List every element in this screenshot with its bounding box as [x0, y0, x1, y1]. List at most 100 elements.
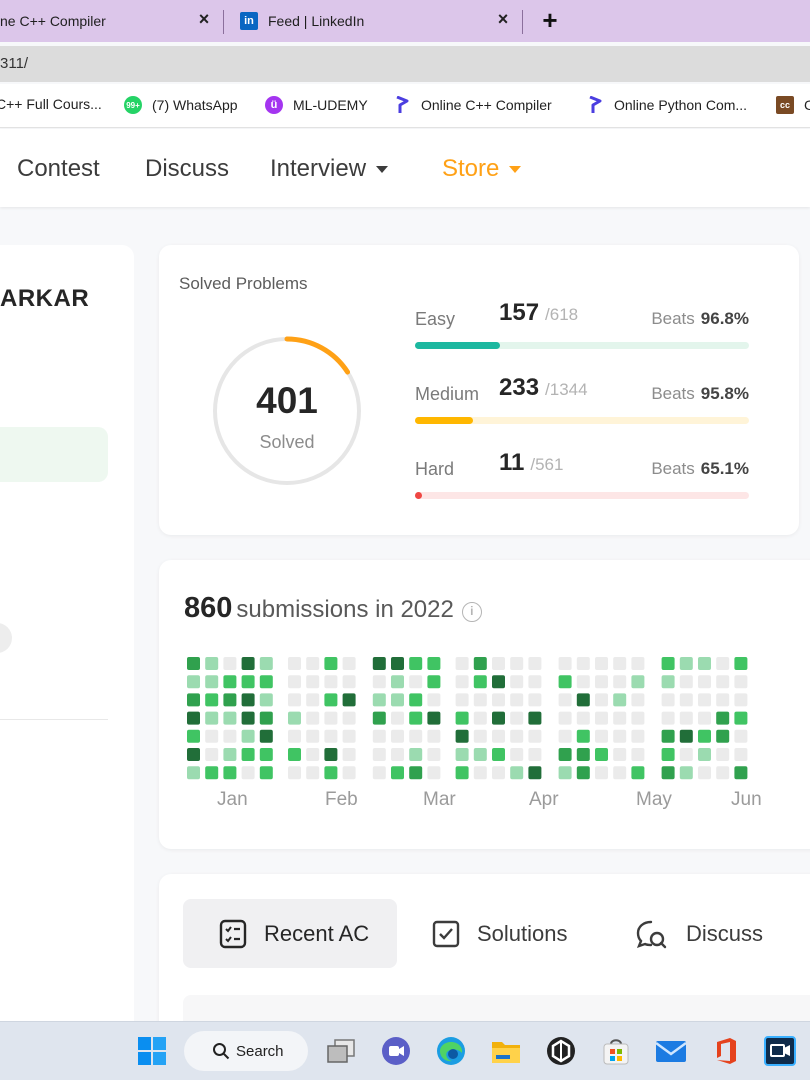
heatmap-cell[interactable]: [205, 748, 219, 761]
heatmap-cell[interactable]: [716, 748, 730, 761]
heatmap-cell[interactable]: [631, 675, 645, 689]
heatmap-cell[interactable]: [427, 693, 441, 707]
bookmark-online-python-compiler[interactable]: Online Python Com...: [586, 96, 747, 114]
heatmap-cell[interactable]: [631, 766, 645, 780]
heatmap-cell[interactable]: [734, 693, 748, 707]
heatmap-cell[interactable]: [259, 766, 273, 780]
heatmap-cell[interactable]: [205, 729, 219, 743]
heatmap-cell[interactable]: [613, 711, 627, 725]
heatmap-cell[interactable]: [288, 657, 301, 670]
heatmap-cell[interactable]: [510, 657, 524, 670]
heatmap-cell[interactable]: [661, 748, 675, 761]
heatmap-cell[interactable]: [205, 693, 219, 707]
heatmap-cell[interactable]: [716, 675, 730, 689]
file-explorer-icon[interactable]: [490, 1035, 522, 1067]
heatmap-cell[interactable]: [528, 748, 542, 761]
heatmap-cell[interactable]: [716, 693, 730, 707]
heatmap-cell[interactable]: [679, 675, 693, 689]
heatmap-cell[interactable]: [734, 657, 748, 670]
heatmap-cell[interactable]: [661, 729, 675, 743]
heatmap-cell[interactable]: [324, 711, 338, 725]
heatmap-cell[interactable]: [187, 766, 200, 780]
heatmap-cell[interactable]: [631, 693, 645, 707]
heatmap-cell[interactable]: [528, 657, 542, 670]
heatmap-cell[interactable]: [661, 693, 675, 707]
heatmap-cell[interactable]: [613, 748, 627, 761]
heatmap-cell[interactable]: [492, 711, 505, 725]
heatmap-cell[interactable]: [473, 657, 487, 670]
heatmap-cell[interactable]: [613, 657, 627, 670]
heatmap-cell[interactable]: [187, 693, 200, 707]
heatmap-cell[interactable]: [528, 675, 542, 689]
heatmap-cell[interactable]: [492, 657, 505, 670]
heatmap-cell[interactable]: [528, 693, 542, 707]
heatmap-cell[interactable]: [342, 766, 356, 780]
heatmap-cell[interactable]: [631, 748, 645, 761]
task-view-icon[interactable]: [325, 1035, 357, 1067]
bookmark-cc[interactable]: cc C: [776, 96, 810, 114]
heatmap-cell[interactable]: [391, 729, 404, 743]
heatmap-cell[interactable]: [205, 657, 219, 670]
heatmap-cell[interactable]: [558, 657, 572, 670]
heatmap-cell[interactable]: [391, 748, 404, 761]
heatmap-cell[interactable]: [288, 729, 301, 743]
heatmap-cell[interactable]: [455, 748, 469, 761]
heatmap-cell[interactable]: [288, 748, 301, 761]
heatmap-cell[interactable]: [576, 675, 590, 689]
heatmap-cell[interactable]: [528, 766, 542, 780]
heatmap-cell[interactable]: [205, 766, 219, 780]
heatmap-cell[interactable]: [306, 766, 320, 780]
heatmap-cell[interactable]: [259, 675, 273, 689]
close-tab-icon[interactable]: ×: [193, 9, 215, 30]
heatmap-cell[interactable]: [558, 675, 572, 689]
heatmap-cell[interactable]: [576, 766, 590, 780]
browser-tab-linkedin[interactable]: in Feed | LinkedIn: [240, 0, 364, 42]
heatmap-cell[interactable]: [187, 748, 200, 761]
heatmap-cell[interactable]: [342, 748, 356, 761]
heatmap-cell[interactable]: [372, 766, 386, 780]
new-tab-button[interactable]: +: [538, 5, 562, 36]
heatmap-cell[interactable]: [510, 675, 524, 689]
heatmap-cell[interactable]: [205, 711, 219, 725]
heatmap-cell[interactable]: [734, 766, 748, 780]
video-chat-icon[interactable]: [380, 1035, 412, 1067]
heatmap-cell[interactable]: [558, 693, 572, 707]
heatmap-cell[interactable]: [409, 748, 423, 761]
taskbar-search[interactable]: Search: [184, 1031, 308, 1071]
heatmap-cell[interactable]: [734, 748, 748, 761]
heatmap-cell[interactable]: [716, 766, 730, 780]
bookmark-whatsapp[interactable]: 99+ (7) WhatsApp: [124, 96, 238, 114]
heatmap-cell[interactable]: [576, 748, 590, 761]
heatmap-cell[interactable]: [391, 675, 404, 689]
heatmap-cell[interactable]: [409, 675, 423, 689]
heatmap-cell[interactable]: [306, 711, 320, 725]
heatmap-cell[interactable]: [324, 748, 338, 761]
heatmap-cell[interactable]: [409, 766, 423, 780]
heatmap-cell[interactable]: [259, 657, 273, 670]
heatmap-cell[interactable]: [492, 729, 505, 743]
heatmap-cell[interactable]: [306, 729, 320, 743]
heatmap-cell[interactable]: [409, 711, 423, 725]
profile-action-button[interactable]: [0, 623, 12, 653]
heatmap-cell[interactable]: [716, 657, 730, 670]
heatmap-cell[interactable]: [473, 729, 487, 743]
heatmap-cell[interactable]: [698, 657, 711, 670]
heatmap-cell[interactable]: [595, 711, 608, 725]
heatmap-cell[interactable]: [576, 729, 590, 743]
heatmap-cell[interactable]: [409, 693, 423, 707]
heatmap-cell[interactable]: [510, 766, 524, 780]
heatmap-cell[interactable]: [342, 729, 356, 743]
tab-solutions[interactable]: Solutions: [432, 899, 568, 968]
heatmap-cell[interactable]: [698, 748, 711, 761]
heatmap-cell[interactable]: [372, 675, 386, 689]
heatmap-cell[interactable]: [679, 711, 693, 725]
heatmap-cell[interactable]: [342, 693, 356, 707]
heatmap-cell[interactable]: [455, 729, 469, 743]
heatmap-cell[interactable]: [734, 729, 748, 743]
heatmap-cell[interactable]: [306, 675, 320, 689]
heatmap-cell[interactable]: [288, 693, 301, 707]
heatmap-cell[interactable]: [631, 657, 645, 670]
windows-start-icon[interactable]: [136, 1035, 168, 1067]
heatmap-cell[interactable]: [613, 766, 627, 780]
heatmap-cell[interactable]: [427, 729, 441, 743]
